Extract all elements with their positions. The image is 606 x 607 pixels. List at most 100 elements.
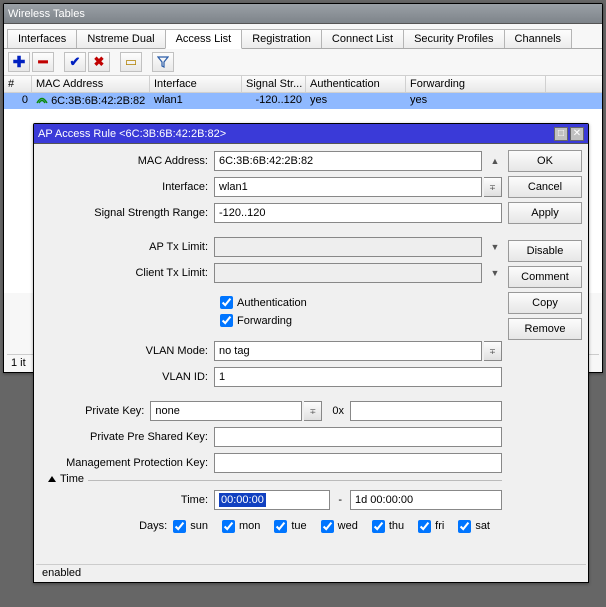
filter-button[interactable] bbox=[152, 52, 174, 72]
cell-signal: -120..120 bbox=[242, 93, 306, 109]
tue-checkbox[interactable] bbox=[274, 520, 287, 533]
th-iface[interactable]: Interface bbox=[150, 76, 242, 92]
authentication-checkbox[interactable] bbox=[220, 296, 233, 309]
add-button[interactable]: ✚ bbox=[8, 52, 30, 72]
remove-button[interactable]: Remove bbox=[508, 318, 582, 340]
time-section-divider: Time bbox=[48, 480, 502, 481]
mon-checkbox[interactable] bbox=[222, 520, 235, 533]
comment-button[interactable]: Comment bbox=[508, 266, 582, 288]
vlan-mode-input[interactable] bbox=[214, 341, 482, 361]
sun-text: sun bbox=[190, 520, 208, 532]
cell-iface: wlan1 bbox=[150, 93, 242, 109]
tab-nstreme-dual[interactable]: Nstreme Dual bbox=[76, 29, 165, 48]
th-num[interactable]: # bbox=[4, 76, 32, 92]
signal-range-input[interactable] bbox=[214, 203, 502, 223]
psk-input[interactable] bbox=[214, 427, 502, 447]
private-key-type-input[interactable] bbox=[150, 401, 302, 421]
signal-icon bbox=[36, 94, 48, 104]
table-row[interactable]: 0 6C:3B:6B:42:2B:82 wlan1 -120..120 yes … bbox=[4, 93, 602, 109]
private-key-label: Private Key: bbox=[38, 405, 150, 417]
cell-fwd: yes bbox=[406, 93, 546, 109]
signal-range-label: Signal Strength Range: bbox=[38, 207, 214, 219]
interface-dropdown[interactable]: ∓ bbox=[484, 177, 502, 197]
apply-button[interactable]: Apply bbox=[508, 202, 582, 224]
main-titlebar[interactable]: Wireless Tables bbox=[4, 4, 602, 24]
funnel-icon bbox=[157, 56, 169, 68]
ap-access-rule-dialog: AP Access Rule <6C:3B:6B:42:2B:82> □ ✕ M… bbox=[33, 123, 589, 583]
minimize-button[interactable]: □ bbox=[554, 127, 568, 141]
expand-down-icon[interactable]: ▼ bbox=[488, 240, 502, 254]
vlan-mode-dropdown[interactable]: ∓ bbox=[484, 341, 502, 361]
collapse-triangle-icon bbox=[48, 476, 56, 482]
disable-button[interactable]: Disable bbox=[508, 240, 582, 262]
enable-button[interactable]: ✔ bbox=[64, 52, 86, 72]
ok-button[interactable]: OK bbox=[508, 150, 582, 172]
day-fri[interactable]: fri bbox=[418, 520, 444, 533]
day-wed[interactable]: wed bbox=[321, 520, 358, 533]
ap-tx-input[interactable] bbox=[214, 237, 482, 257]
copy-button[interactable]: Copy bbox=[508, 292, 582, 314]
th-signal[interactable]: Signal Str... bbox=[242, 76, 306, 92]
interface-input[interactable] bbox=[214, 177, 482, 197]
time-from-value: 00:00:00 bbox=[219, 493, 266, 507]
tab-access-list[interactable]: Access List bbox=[165, 29, 243, 49]
sep-icon bbox=[56, 52, 62, 72]
time-section-legend[interactable]: Time bbox=[48, 473, 88, 485]
mac-address-input[interactable] bbox=[214, 151, 482, 171]
client-tx-input[interactable] bbox=[214, 263, 482, 283]
th-auth[interactable]: Authentication bbox=[306, 76, 406, 92]
tue-text: tue bbox=[291, 520, 306, 532]
close-button[interactable]: ✕ bbox=[570, 127, 584, 141]
forwarding-checkbox[interactable] bbox=[220, 314, 233, 327]
private-key-dropdown[interactable]: ∓ bbox=[304, 401, 322, 421]
tab-security-profiles[interactable]: Security Profiles bbox=[403, 29, 504, 48]
comment-button[interactable]: ▭ bbox=[120, 52, 142, 72]
tab-registration[interactable]: Registration bbox=[241, 29, 322, 48]
disable-button[interactable]: ✖ bbox=[88, 52, 110, 72]
tab-interfaces[interactable]: Interfaces bbox=[7, 29, 77, 48]
cell-num: 0 bbox=[4, 93, 32, 109]
collapse-up-icon[interactable]: ▲ bbox=[488, 154, 502, 168]
dialog-titlebar[interactable]: AP Access Rule <6C:3B:6B:42:2B:82> □ ✕ bbox=[34, 124, 588, 144]
client-tx-label: Client Tx Limit: bbox=[38, 267, 214, 279]
fri-text: fri bbox=[435, 520, 444, 532]
fwd-text: Forwarding bbox=[237, 315, 292, 327]
table-header: # MAC Address Interface Signal Str... Au… bbox=[4, 75, 602, 93]
authentication-checkbox-label[interactable]: Authentication bbox=[220, 296, 307, 309]
day-sun[interactable]: sun bbox=[173, 520, 208, 533]
vlan-id-label: VLAN ID: bbox=[38, 371, 214, 383]
day-mon[interactable]: mon bbox=[222, 520, 260, 533]
private-key-hex-input[interactable] bbox=[350, 401, 502, 421]
time-from-input[interactable]: 00:00:00 bbox=[214, 490, 330, 510]
psk-label: Private Pre Shared Key: bbox=[38, 431, 214, 443]
day-tue[interactable]: tue bbox=[274, 520, 306, 533]
sat-checkbox[interactable] bbox=[458, 520, 471, 533]
main-window-title: Wireless Tables bbox=[8, 8, 85, 20]
sun-checkbox[interactable] bbox=[173, 520, 186, 533]
remove-button[interactable]: ━ bbox=[32, 52, 54, 72]
time-label: Time: bbox=[38, 494, 214, 506]
tabstrip: Interfaces Nstreme Dual Access List Regi… bbox=[4, 27, 602, 49]
dialog-title: AP Access Rule <6C:3B:6B:42:2B:82> bbox=[38, 128, 226, 140]
time-range-sep: - bbox=[338, 494, 342, 506]
th-fwd[interactable]: Forwarding bbox=[406, 76, 546, 92]
forwarding-checkbox-label[interactable]: Forwarding bbox=[220, 314, 292, 327]
cancel-button[interactable]: Cancel bbox=[508, 176, 582, 198]
expand-down-icon[interactable]: ▼ bbox=[488, 266, 502, 280]
day-thu[interactable]: thu bbox=[372, 520, 404, 533]
wed-checkbox[interactable] bbox=[321, 520, 334, 533]
tab-connect-list[interactable]: Connect List bbox=[321, 29, 404, 48]
fri-checkbox[interactable] bbox=[418, 520, 431, 533]
mon-text: mon bbox=[239, 520, 260, 532]
dialog-buttons: OK Cancel Apply Disable Comment Copy Rem… bbox=[508, 150, 582, 340]
time-to-input[interactable] bbox=[350, 490, 502, 510]
tab-channels[interactable]: Channels bbox=[504, 29, 572, 48]
toolbar: ✚ ━ ✔ ✖ ▭ bbox=[4, 49, 602, 75]
sat-text: sat bbox=[475, 520, 490, 532]
mpk-input[interactable] bbox=[214, 453, 502, 473]
day-sat[interactable]: sat bbox=[458, 520, 490, 533]
form-column: MAC Address: ▲ Interface: ∓ Signal Stren… bbox=[38, 150, 502, 558]
vlan-id-input[interactable] bbox=[214, 367, 502, 387]
thu-checkbox[interactable] bbox=[372, 520, 385, 533]
th-mac[interactable]: MAC Address bbox=[32, 76, 150, 92]
